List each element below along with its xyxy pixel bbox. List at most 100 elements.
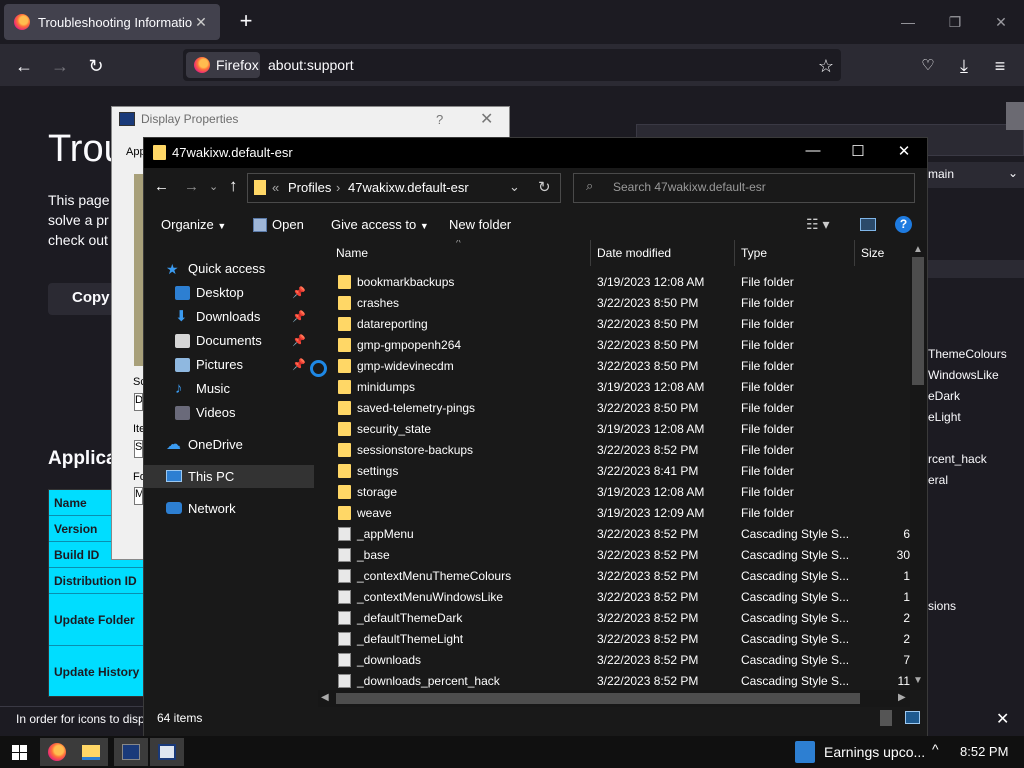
up-arrow-icon[interactable]: ↑	[229, 176, 238, 196]
file-row[interactable]: crashes 3/22/2023 8:50 PM File folder	[318, 293, 910, 314]
file-row[interactable]: datareporting 3/22/2023 8:50 PM File folde…	[318, 314, 910, 335]
update-channel-select[interactable]: main ⌄	[924, 162, 1024, 188]
nav-documents[interactable]: Documents 📌	[144, 330, 314, 352]
help-icon[interactable]: ?	[895, 216, 912, 233]
column-header-type[interactable]: Type	[741, 246, 767, 260]
tray-chevron-icon[interactable]: ^	[932, 741, 939, 757]
nav-music[interactable]: ♪ Music	[144, 378, 314, 400]
forward-arrow-icon[interactable]: →	[46, 52, 74, 80]
view-options-icon[interactable]: ☷ ▾	[806, 216, 829, 233]
horizontal-scroll-thumb[interactable]	[336, 693, 860, 704]
font-select[interactable]: M	[134, 487, 143, 505]
file-row[interactable]: minidumps 3/19/2023 12:08 AM File folder	[318, 377, 910, 398]
nav-network-label[interactable]: Network	[188, 501, 236, 516]
breadcrumb-separator[interactable]: ›	[336, 180, 340, 195]
tab-troubleshooting[interactable]: Troubleshooting Information ✕	[4, 4, 220, 40]
column-divider[interactable]	[734, 240, 735, 266]
url-text[interactable]: about:support	[268, 57, 354, 73]
file-row[interactable]: _contextMenuWindowsLike 3/22/2023 8:52 PM…	[318, 587, 910, 608]
column-header-name[interactable]: Name	[336, 246, 368, 260]
restore-button[interactable]: ❐	[940, 10, 970, 34]
recent-locations-icon[interactable]: ⌄	[209, 180, 218, 193]
menu-icon[interactable]: ≡	[986, 52, 1014, 80]
page-scrollbar-thumb[interactable]	[1006, 102, 1024, 130]
news-widget-text[interactable]: Earnings upco...	[824, 744, 925, 760]
scroll-up-icon[interactable]: ▲	[913, 244, 923, 255]
explorer-close-button[interactable]: ✕	[889, 142, 919, 160]
reload-icon[interactable]: ↻	[82, 52, 110, 80]
scheme-select[interactable]: D	[134, 393, 143, 411]
preview-pane-icon[interactable]	[860, 218, 876, 231]
nav-quick-access[interactable]: ★ Quick access	[144, 258, 314, 280]
file-row[interactable]: settings 3/22/2023 8:41 PM File folder	[318, 461, 910, 482]
clock[interactable]: 8:52 PM	[960, 744, 1008, 759]
file-row[interactable]: _base 3/22/2023 8:52 PM Cascading Style S.…	[318, 545, 910, 566]
taskbar-display-properties[interactable]	[150, 738, 184, 766]
nav-downloads[interactable]: ⬇ Downloads 📌	[144, 306, 314, 328]
nav-desktop[interactable]: Desktop 📌	[144, 282, 314, 304]
taskbar-firefox[interactable]	[40, 738, 74, 766]
minimize-button[interactable]: —	[893, 10, 923, 34]
file-row[interactable]: _appMenu 3/22/2023 8:52 PM Cascading Style…	[318, 524, 910, 545]
file-row[interactable]: _defaultThemeLight 3/22/2023 8:52 PM Casca…	[318, 629, 910, 650]
new-folder-button[interactable]: New folder	[449, 217, 511, 232]
pocket-icon[interactable]: ♡	[914, 52, 942, 80]
details-view-icon[interactable]	[880, 710, 892, 726]
column-header-size[interactable]: Size	[861, 246, 884, 260]
nav-onedrive[interactable]: ☁ OneDrive	[144, 434, 314, 456]
forward-arrow-icon[interactable]: →	[184, 178, 199, 195]
file-row[interactable]: gmp-widevinecdm 3/22/2023 8:50 PM File fol…	[318, 356, 910, 377]
nav-videos[interactable]: Videos	[144, 402, 314, 424]
file-row[interactable]: saved-telemetry-pings 3/22/2023 8:50 PM Fi…	[318, 398, 910, 419]
scroll-left-icon[interactable]: ◀	[321, 692, 329, 703]
identity-box[interactable]: Firefox	[186, 52, 260, 78]
file-row[interactable]: gmp-gmpopenh264 3/22/2023 8:50 PM File fol…	[318, 335, 910, 356]
taskbar-file-explorer[interactable]	[74, 738, 108, 766]
organize-button[interactable]: Organize ▼	[161, 217, 226, 232]
scroll-down-icon[interactable]: ▼	[913, 675, 923, 686]
column-divider[interactable]	[590, 240, 591, 266]
large-icons-view-icon[interactable]	[905, 711, 920, 724]
file-row[interactable]: bookmarkbackups 3/19/2023 12:08 AM File fo…	[318, 272, 910, 293]
file-row[interactable]: _downloads 3/22/2023 8:52 PM Cascading Sty…	[318, 650, 910, 671]
dialog-close-button[interactable]: ✕	[480, 109, 493, 129]
item-select[interactable]: S	[134, 440, 143, 458]
nav-pictures[interactable]: Pictures 📌	[144, 354, 314, 376]
close-window-button[interactable]: ✕	[986, 10, 1016, 34]
explorer-minimize-button[interactable]: —	[798, 142, 828, 159]
file-row[interactable]: sessionstore-backups 3/22/2023 8:52 PM Fil…	[318, 440, 910, 461]
file-row[interactable]: security_state 3/19/2023 12:08 AM File fol…	[318, 419, 910, 440]
downloads-icon[interactable]: ⤓	[950, 52, 978, 80]
news-weather-icon[interactable]	[795, 741, 815, 763]
notification-close-icon[interactable]: ✕	[996, 709, 1009, 729]
bookmark-star-icon[interactable]: ☆	[812, 52, 840, 80]
scroll-right-icon[interactable]: ▶	[898, 692, 906, 703]
breadcrumb-overflow[interactable]: «	[272, 180, 279, 195]
explorer-maximize-button[interactable]: ☐	[843, 142, 873, 160]
pin-icon[interactable]: 📌	[292, 282, 306, 304]
help-button[interactable]: ?	[436, 112, 443, 127]
file-row[interactable]: _downloads_percent_hack 3/22/2023 8:52 PM…	[318, 671, 910, 690]
vertical-scroll-thumb[interactable]	[912, 257, 924, 385]
chevron-down-icon[interactable]: ⌄	[509, 179, 520, 195]
new-tab-button[interactable]: +	[234, 10, 258, 34]
file-row[interactable]: _defaultThemeDark 3/22/2023 8:52 PM Cascad…	[318, 608, 910, 629]
file-row[interactable]: _contextMenuThemeColours 3/22/2023 8:52 P…	[318, 566, 910, 587]
column-header-date[interactable]: Date modified	[597, 246, 671, 260]
taskbar-display-app[interactable]	[114, 738, 148, 766]
file-row[interactable]: weave 3/19/2023 12:09 AM File folder	[318, 503, 910, 524]
pin-icon[interactable]: 📌	[292, 306, 306, 328]
pin-icon[interactable]: 📌	[292, 330, 306, 352]
file-row[interactable]: storage 3/19/2023 12:08 AM File folder	[318, 482, 910, 503]
pin-icon[interactable]: 📌	[292, 354, 306, 376]
breadcrumb-profiles[interactable]: Profiles	[288, 180, 331, 195]
give-access-button[interactable]: Give access to ▼	[331, 217, 429, 232]
refresh-icon[interactable]: ↻	[538, 178, 551, 196]
tab-close-icon[interactable]: ✕	[192, 14, 210, 31]
column-divider[interactable]	[854, 240, 855, 266]
back-arrow-icon[interactable]: ←	[154, 178, 169, 195]
open-button[interactable]: Open	[272, 217, 304, 232]
back-arrow-icon[interactable]: ←	[10, 52, 38, 80]
start-button[interactable]	[2, 738, 36, 766]
breadcrumb-current[interactable]: 47wakixw.default-esr	[348, 180, 469, 195]
